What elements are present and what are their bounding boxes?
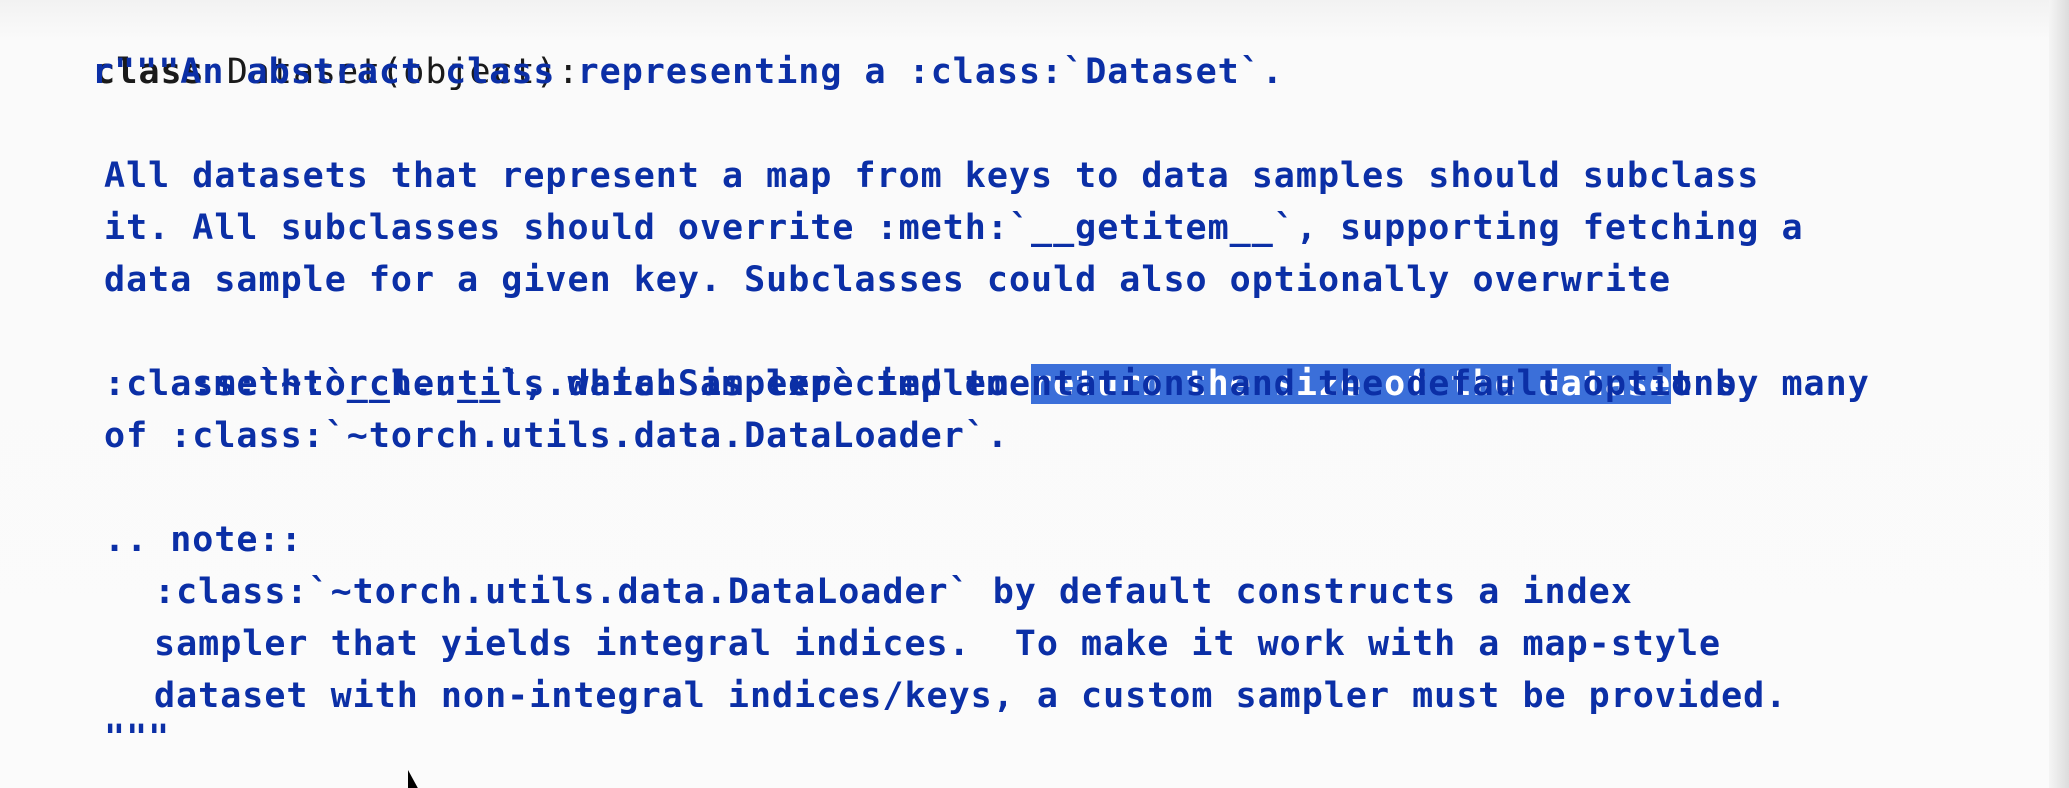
code-line-4[interactable]: it. All subclasses should overrite :meth…: [104, 202, 1804, 254]
editor-edge-shadow: [2049, 0, 2069, 788]
code-line-1[interactable]: class Dataset(object):: [6, 0, 580, 92]
code-line-8[interactable]: of :class:`~torch.utils.data.DataLoader`…: [104, 410, 1009, 462]
code-editor[interactable]: class Dataset(object): r"""An abstract c…: [0, 0, 2069, 788]
code-line-6[interactable]: :meth:`__len__`, which is expected to re…: [104, 306, 1870, 404]
code-line-12[interactable]: dataset with non-integral indices/keys, …: [154, 670, 1787, 722]
code-line-9[interactable]: .. note::: [104, 514, 303, 566]
code-line-10[interactable]: :class:`~torch.utils.data.DataLoader` by…: [154, 566, 1633, 618]
code-line-11[interactable]: sampler that yields integral indices. To…: [154, 618, 1721, 670]
code-line-13[interactable]: """: [104, 712, 170, 764]
code-line-2[interactable]: r"""An abstract class representing a :cl…: [92, 46, 1284, 98]
code-line-7[interactable]: :class:`~torch.utils.data.Sampler` imple…: [104, 358, 1737, 410]
code-line-5[interactable]: data sample for a given key. Subclasses …: [104, 254, 1671, 306]
mouse-pointer-icon: [408, 770, 432, 788]
code-line-3[interactable]: All datasets that represent a map from k…: [104, 150, 1759, 202]
